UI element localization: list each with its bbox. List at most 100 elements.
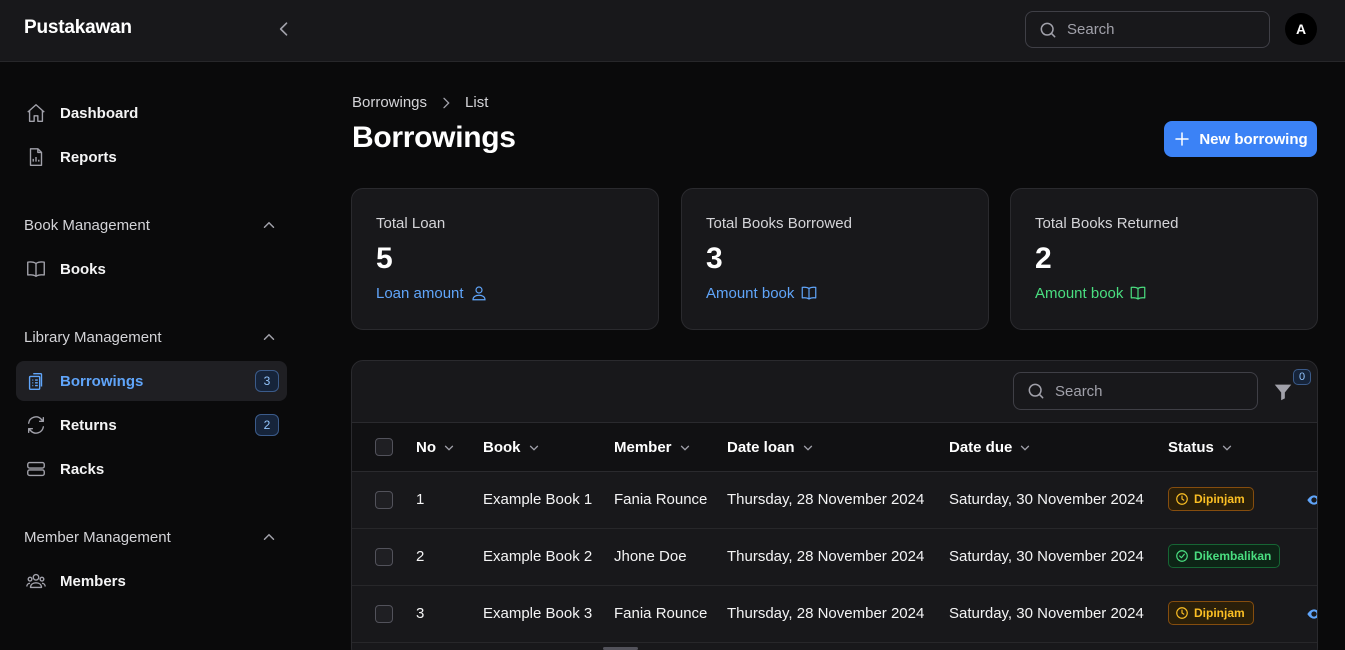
clipboard-document-list-icon [24, 369, 48, 393]
cell-book: Example Book 3 [483, 605, 593, 622]
stat-card-total-returned: Total Books Returned 2 Amount book [1010, 188, 1318, 330]
borrowings-table: 0 No Book Member Date loan Date due Stat… [351, 360, 1318, 650]
cell-member: Fania Rounce [614, 491, 708, 508]
cell-book: Example Book 1 [483, 491, 593, 508]
column-label: Date due [949, 439, 1013, 456]
column-header-date-loan[interactable]: Date loan [727, 439, 815, 456]
chevron-left-icon [279, 22, 288, 36]
chevron-up-icon[interactable] [260, 216, 278, 234]
sidebar-item-label: Reports [60, 148, 117, 166]
column-label: Status [1168, 439, 1214, 456]
table-header: No Book Member Date loan Date due Status [352, 422, 1317, 472]
group-title-library-management[interactable]: Library Management [24, 329, 162, 346]
column-label: No [416, 439, 436, 456]
sidebar-item-books[interactable]: Books [16, 249, 287, 289]
chevron-up-icon[interactable] [260, 528, 278, 546]
chevron-up-icon[interactable] [260, 328, 278, 346]
cell-member: Fania Rounce [614, 605, 708, 622]
brand-logo[interactable]: Pustakawan [24, 17, 132, 39]
sidebar-item-racks[interactable]: Racks [16, 449, 287, 489]
status-badge: Dipinjam [1168, 487, 1254, 511]
check-circle-icon [1176, 550, 1188, 562]
chevron-down-icon [529, 445, 538, 451]
row-checkbox[interactable] [375, 605, 393, 623]
table-row[interactable]: 2 Example Book 2 Jhone Doe Thursday, 28 … [352, 529, 1317, 586]
table-row[interactable]: 1 Example Book 1 Fania Rounce Thursday, … [352, 472, 1318, 529]
column-label: Date loan [727, 439, 795, 456]
cell-no: 2 [416, 548, 425, 565]
table-search[interactable] [1013, 372, 1258, 410]
row-checkbox[interactable] [375, 548, 393, 566]
filter-icon[interactable] [1272, 381, 1294, 403]
stat-description-text: Loan amount [376, 284, 464, 302]
sidebar-item-reports[interactable]: Reports [16, 137, 287, 177]
column-header-book[interactable]: Book [483, 439, 541, 456]
stat-description: Amount book [1035, 284, 1293, 302]
group-title-book-management[interactable]: Book Management [24, 217, 150, 234]
sidebar-item-dashboard[interactable]: Dashboard [16, 93, 287, 133]
stat-description-text: Amount book [706, 284, 795, 302]
cell-no: 3 [416, 605, 425, 622]
search-icon [1040, 22, 1056, 37]
cell-date-loan: Thursday, 28 November 2024 [727, 548, 925, 565]
arrow-path-icon [24, 413, 48, 437]
sidebar-item-members[interactable]: Members [16, 561, 287, 601]
count-badge: 3 [255, 370, 279, 392]
cell-book: Example Book 2 [483, 548, 593, 565]
select-all-checkbox[interactable] [375, 438, 393, 456]
stat-label: Total Loan [376, 215, 446, 232]
new-borrowing-label: New borrowing [1199, 130, 1308, 148]
table-row[interactable]: 3 Example Book 3 Fania Rounce Thursday, … [352, 586, 1318, 643]
stat-description: Loan amount [376, 284, 634, 302]
new-borrowing-button[interactable]: New borrowing [1164, 121, 1317, 157]
cell-date-due: Saturday, 30 November 2024 [949, 548, 1144, 565]
global-search[interactable] [1025, 11, 1270, 48]
sidebar-collapse-button[interactable] [272, 17, 296, 41]
breadcrumb-borrowings[interactable]: Borrowings [352, 94, 427, 111]
user-icon [471, 286, 486, 301]
eye-icon[interactable] [1305, 606, 1318, 622]
search-icon [1028, 383, 1044, 399]
row-checkbox[interactable] [375, 491, 393, 509]
breadcrumb-list: List [465, 94, 489, 111]
chevron-right-icon [443, 97, 450, 108]
cell-date-due: Saturday, 30 November 2024 [949, 605, 1144, 622]
sidebar-item-returns[interactable]: Returns 2 [16, 405, 287, 445]
sidebar-item-borrowings[interactable]: Borrowings 3 [16, 361, 287, 401]
book-open-icon [24, 257, 48, 281]
filter-count-badge: 0 [1293, 369, 1311, 385]
user-avatar[interactable]: A [1285, 13, 1317, 45]
plus-icon [1175, 132, 1190, 146]
table-search-input[interactable] [1055, 382, 1225, 400]
top-bar: Pustakawan A [0, 0, 1345, 62]
sidebar-item-label: Dashboard [60, 104, 139, 122]
group-title-member-management[interactable]: Member Management [24, 529, 171, 546]
column-label: Member [614, 439, 672, 456]
stat-description-text: Amount book [1035, 284, 1124, 302]
chevron-down-icon [444, 445, 454, 451]
sidebar-item-label: Returns [60, 416, 117, 434]
book-open-icon [1131, 286, 1146, 300]
stat-value: 2 [1035, 242, 1052, 275]
breadcrumb: Borrowings List [352, 94, 488, 111]
cell-date-due: Saturday, 30 November 2024 [949, 491, 1144, 508]
stat-value: 3 [706, 242, 723, 275]
stat-value: 5 [376, 242, 393, 275]
document-chart-icon [24, 145, 48, 169]
status-badge: Dipinjam [1168, 601, 1254, 625]
chevron-down-icon [1021, 445, 1030, 451]
stat-card-total-loan: Total Loan 5 Loan amount [351, 188, 659, 330]
stat-card-total-borrowed: Total Books Borrowed 3 Amount book [681, 188, 989, 330]
cell-date-loan: Thursday, 28 November 2024 [727, 491, 925, 508]
column-header-status[interactable]: Status [1168, 439, 1234, 456]
column-header-no[interactable]: No [416, 439, 456, 456]
stat-label: Total Books Borrowed [706, 215, 852, 232]
chevron-down-icon [1222, 445, 1231, 451]
global-search-input[interactable] [1067, 21, 1237, 38]
eye-icon[interactable] [1305, 492, 1318, 508]
sidebar-item-label: Borrowings [60, 372, 144, 390]
column-header-member[interactable]: Member [614, 439, 692, 456]
column-header-date-due[interactable]: Date due [949, 439, 1032, 456]
user-group-icon [24, 569, 48, 593]
sidebar-item-label: Members [60, 572, 126, 590]
